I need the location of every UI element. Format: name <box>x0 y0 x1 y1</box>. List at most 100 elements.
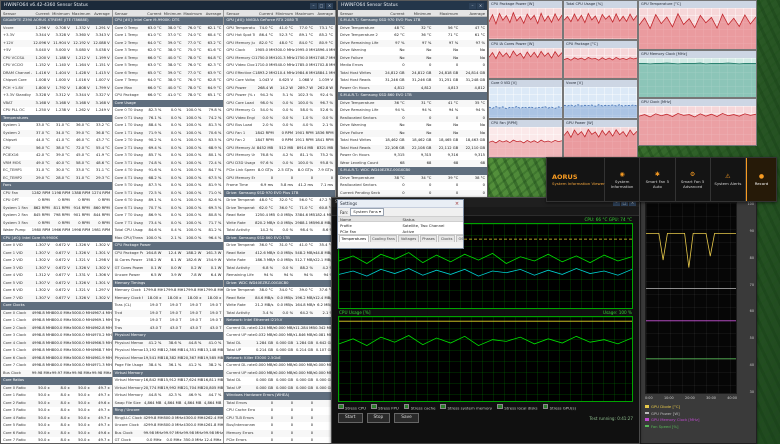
sensor-group-header[interactable]: S.M.A.R.T.: Samsung SSD 860 EVO 1TB <box>338 92 487 100</box>
sensor-row[interactable]: Core 1 T0 Usage 88.4 % 0.0 % 100.0 % 81.3 % <box>113 122 224 130</box>
sensor-row[interactable]: PCIe Errors0000 <box>224 437 335 443</box>
sensor-row[interactable]: Page File Usage 38.4 % 36.1 % 41.2 % 38.2 % <box>113 362 224 370</box>
sensor-group-header[interactable]: Core Usage <box>112 99 224 107</box>
sensor-row[interactable]: Core 1 Clock 4998.8 MHz 800.0 MHz 5000.0 MH… <box>1 317 112 325</box>
sensor-row[interactable]: Write Rate820.2 MB/s0.0 MB/s2988.1 MB/s9… <box>224 219 336 227</box>
sensor-graph-window[interactable]: GPU Memory Clock [MHz] <box>638 50 757 98</box>
sensor-row[interactable]: Core 5 VID 1.307 V 0.672 V 1.326 V 1.301 V <box>1 279 112 287</box>
sensor-group-header[interactable]: CPU [#0]: Intel Core i9-9900K: DTS <box>112 17 224 25</box>
sensor-row[interactable]: CPU TLB Errors0000 <box>224 414 336 422</box>
sensor-group-header[interactable]: CPU Package Power <box>112 242 224 250</box>
sensor-graph-window[interactable]: GPU Temperature [°C] <box>638 0 757 50</box>
stress-checkbox[interactable]: Stress GPU(s) <box>543 404 576 410</box>
sensor-group-header[interactable]: Drive: Samsung SSD 970 EVO Plus 1TB <box>224 189 336 197</box>
sensor-row[interactable]: Core 5 Clock 4998.8 MHz 800.0 MHz 5000.0 MH… <box>1 347 112 355</box>
sensor-row[interactable]: Total Activity 3.4 % 0.0 % 64.2 % 2.1 % <box>224 309 336 317</box>
sensor-row[interactable]: Current UP rate 0.032 MB/s 0.000 MB/s 1.846… <box>224 332 335 340</box>
sensor-row[interactable]: GPU Power (% of TDP)94.2 %5.1 %102.3 %92… <box>224 92 335 100</box>
sensor-row[interactable]: GPU Hot Spot Temperature86.4 °C52.3 °C89… <box>224 32 335 40</box>
sensor-row[interactable]: Core 2 T0 Usage 90.2 % 0.0 % 100.0 % 83.5 % <box>113 137 224 145</box>
sensor-row[interactable]: Core 4 Temp 66.0 °C 40.0 °C 78.0 °C 64.8 °C <box>112 54 224 62</box>
sensor-group-header[interactable]: Network: Killer E3000 2.5GbE <box>224 354 336 362</box>
sensor-group-header[interactable]: Fans <box>1 182 112 190</box>
stress-checkbox[interactable]: Stress CPU <box>338 404 366 410</box>
dialog-tab[interactable]: Phases <box>419 235 438 242</box>
sensor-row[interactable]: +5V 5.040 V 5.000 V 5.080 V 5.038 V <box>1 47 112 55</box>
sensor-row[interactable]: Current UP rate 0.000 MB/s 0.000 MB/s 0.000… <box>224 369 336 377</box>
sensor-group-header[interactable]: Drive: WDC WD40EZRZ-00GXCB0 <box>224 279 336 287</box>
sensor-row[interactable]: Drive FailureNoNoNoNo <box>338 54 487 62</box>
sensor-row[interactable]: Write Rate 21.2 MB/s 0.0 MB/s 164.8 MB/s 6.2… <box>224 302 335 310</box>
close-icon[interactable]: × <box>453 201 461 207</box>
sensor-row[interactable]: Drive Remaining Life 97 % 97 % 97 % 97 % <box>338 39 487 47</box>
sensor-row[interactable]: Drive Temperature 48 °C 32 °C 56 °C 47 °C <box>338 24 487 32</box>
record-button[interactable]: ● Record <box>746 158 776 201</box>
sensor-row[interactable]: GPU Bus Load 2.0 % 0.0 % 4.0 % 2.1 % <box>224 122 335 130</box>
sensor-row[interactable]: Drive Temperature36.0 °C31.0 °C41.0 °C35… <box>224 242 335 250</box>
sensor-row[interactable]: GPU Effective Clock1893.2 MHz210.4 MHz19… <box>224 69 336 77</box>
dialog-tab[interactable]: OSD <box>455 235 463 242</box>
sensor-row[interactable]: Core 3 T0 Usage 85.7 % 0.0 % 100.0 % 80.1 % <box>113 152 224 160</box>
sensor-row[interactable]: Memory Errors0000 <box>224 429 336 437</box>
sensor-graph-window[interactable]: CPU Package [°C] <box>563 39 638 79</box>
sensor-row[interactable]: Core 4 Ratio 50.0 x 8.0 x 50.0 x 49.7 x <box>1 414 112 422</box>
sensor-group-header[interactable]: S.M.A.R.T.: WDC WD40EZRZ-00GXCB0 <box>338 167 487 175</box>
sensor-row[interactable]: Read Rate412.6 MB/s0.0 MB/s548.2 MB/s44.… <box>224 249 336 257</box>
sensor-row[interactable]: Core 4 T0 Usage 91.6 % 0.0 % 100.0 % 84.7 % <box>113 167 224 175</box>
sensor-row[interactable]: Total UP 0.214 GB 0.000 GB 0.214 GB 0.107 GB <box>224 347 335 355</box>
stress-checkbox[interactable]: Stress cache <box>404 404 436 410</box>
sensor-row[interactable]: Media Errors 0 0 0 0 <box>338 62 487 70</box>
sensor-row[interactable]: Drive WarningNoNoNoNo <box>338 47 487 55</box>
sensor-row[interactable]: GPU D3D Usage 97.6 % 0.0 % 100.0 % 95.8 % <box>224 159 336 167</box>
sensor-group-header[interactable]: Memory Timings <box>112 279 224 287</box>
sensor-row[interactable]: Core 2 T1 Usage 69.4 % 0.0 % 100.0 % 68.9 % <box>112 144 224 152</box>
maximize-icon[interactable]: □ <box>318 2 325 9</box>
minimize-icon[interactable]: – <box>469 2 476 9</box>
sensor-row[interactable]: Water Pump 1980 RPM 1966 RPM 1998 RPM 1981 R… <box>1 227 112 235</box>
sensor-graph-window[interactable]: Vcore [V] <box>563 79 638 119</box>
sensor-row[interactable]: Total Host Writes 24,812 GB 24,812 GB 24,81… <box>338 69 487 77</box>
sensor-group-header[interactable]: Drive: Samsung SSD 860 EVO 1TB <box>224 234 336 242</box>
sensor-row[interactable]: Drive Temperature 36 °C 31 °C 41 °C 35 °C <box>338 99 487 107</box>
sensor-row[interactable]: Core 2 Ratio 50.0 x 8.0 x 50.0 x 49.6 x <box>1 399 112 407</box>
sensor-row[interactable]: Core 4 VID 1.312 V 0.677 V 1.331 V 1.306 V <box>1 272 112 280</box>
sensor-row[interactable]: Core 5 T1 Usage 72.5 % 0.0 % 100.0 % 71.0 % <box>112 189 224 197</box>
sensor-graph-window[interactable]: Total CPU Usage [%] <box>563 0 638 40</box>
sensor-row[interactable]: System 2 37.0 °C 34.0 °C 39.0 °C 36.8 °C <box>1 129 112 137</box>
sensor-row[interactable]: GPU Memory Allocated8452 MB512 MB8914 MB… <box>224 144 336 152</box>
sensor-row[interactable]: Virtual Memory Load44.8 %42.3 %46.9 %44.… <box>113 392 224 400</box>
sensor-row[interactable]: Total UP 0.000 GB 0.000 GB 0.000 GB 0.000 GB <box>224 384 336 392</box>
start-button[interactable]: Start <box>338 413 363 423</box>
sensor-row[interactable]: CPU Package Power164.8 W12.4 W188.2 W161… <box>112 249 224 257</box>
sensor-row[interactable]: GPU Fan 2 1847 RPM 0 RPM 1911 RPM 1841 RPM <box>224 137 335 145</box>
sensor-group-header[interactable]: Ring / Uncore <box>112 407 224 415</box>
sensor-graph-window[interactable]: CPU Fan [RPM] <box>488 118 563 158</box>
sensor-row[interactable]: Reallocated Sectors 0 0 0 0 <box>338 114 487 122</box>
sensor-row[interactable]: Drive Temperature38.0 °C34.0 °C39.0 °C37… <box>224 287 335 295</box>
sensor-row[interactable]: Core 3 Temp 62.0 °C 38.0 °C 75.0 °C 61.6 °C <box>113 47 224 55</box>
sensor-row[interactable]: Total Activity 14.2 % 0.0 % 98.4 % 8.6 % <box>224 227 335 235</box>
close-icon[interactable]: × <box>477 2 484 9</box>
sensor-group-header[interactable]: Virtual Memory <box>112 369 224 377</box>
stress-checkbox[interactable]: Stress local disks <box>497 404 537 410</box>
aorus-tab-smart-fan-auto[interactable]: ✱ Smart Fan 5 Auto <box>640 158 676 201</box>
sensor-row[interactable]: Core 4 T1 Usage 68.2 % 0.0 % 100.0 % 67.5 % <box>112 174 224 182</box>
aorus-tab-system-information[interactable]: ◉ System Information <box>605 158 641 201</box>
sensor-group-header[interactable]: Core Clocks <box>1 302 112 310</box>
sensor-row[interactable]: Drive Temperature 38 °C 34 °C 39 °C 38 °C <box>338 174 487 182</box>
sensor-row[interactable]: Chipset Core 1.008 V 1.000 V 1.016 V 1.007 V <box>1 77 112 85</box>
sensor-row[interactable]: Total Host Reads 22,108 GB 22,108 GB 22,112… <box>338 144 487 152</box>
sensor-row[interactable]: +3.3V Standby 3.328 V 3.312 V 3.344 V 3.327 … <box>1 92 112 100</box>
sensor-row[interactable]: Current Pending Sectors0000 <box>338 189 487 197</box>
sensor-row[interactable]: Total Host Reads 31,246 GB 31,246 GB 31,251… <box>338 77 487 85</box>
sensor-graph-window[interactable]: Core 0 VID [V] <box>488 79 563 119</box>
sensor-row[interactable]: GPU Memory Junction82.0 °C48.0 °C84.0 °C… <box>224 39 336 47</box>
sensor-graph-window[interactable]: GPU Power [W] <box>563 118 638 158</box>
aorus-tab-system-alerts[interactable]: ⚠ System Alerts <box>711 158 746 201</box>
sensor-row[interactable]: Memory Clock Ratio18.00 x18.00 x18.00 x1… <box>112 294 224 302</box>
sensor-row[interactable]: Core 3 T1 Usage 74.8 % 0.0 % 100.0 % 72.4 % <box>112 159 224 167</box>
sensor-row[interactable]: Core 2 Clock 4998.8 MHz 800.0 MHz 5000.0 MH… <box>1 324 112 332</box>
sensor-row[interactable]: Core 0 Temp 63.0 °C 38.0 °C 76.0 °C 62.1 °C <box>112 24 224 32</box>
sensor-row[interactable]: Vcore 1.296 V 0.708 V 1.332 V 1.291 V <box>1 24 112 32</box>
sensor-row[interactable]: EC_TEMP2 29.0 °C 28.0 °C 31.0 °C 29.3 °C <box>1 174 112 182</box>
